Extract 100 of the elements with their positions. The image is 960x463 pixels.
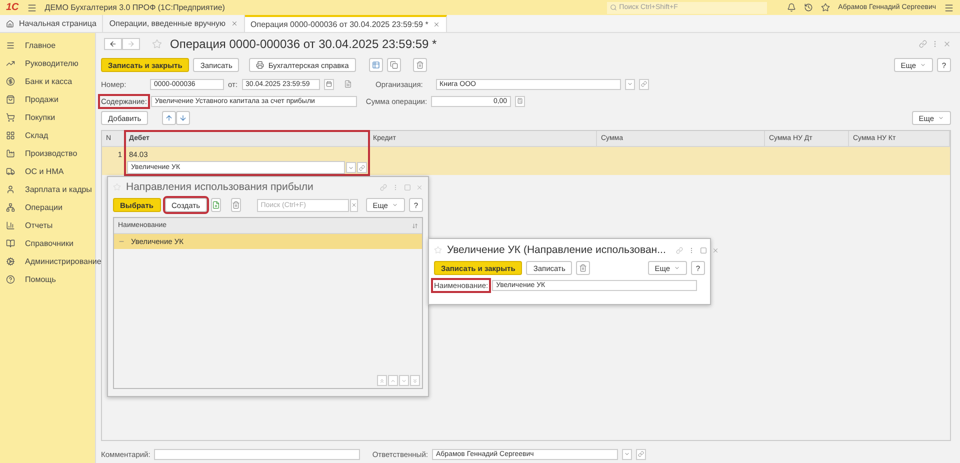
calculator-icon bbox=[517, 98, 524, 104]
forward-button[interactable] bbox=[122, 38, 140, 50]
trash-icon bbox=[232, 201, 240, 209]
open-button[interactable] bbox=[357, 162, 367, 173]
maximize-icon[interactable] bbox=[404, 184, 411, 190]
menu-icon[interactable] bbox=[26, 2, 37, 12]
dialog-title: Направления использования прибыли bbox=[126, 181, 314, 193]
open-button[interactable] bbox=[638, 78, 649, 90]
scroll-top-button[interactable] bbox=[377, 375, 387, 386]
bell-icon[interactable] bbox=[787, 3, 796, 12]
form-title: Операция 0000-000036 от 30.04.2025 23:59:59 * bbox=[170, 37, 437, 51]
back-button[interactable] bbox=[104, 38, 122, 50]
double-down-icon bbox=[412, 378, 418, 384]
document-icon[interactable] bbox=[344, 80, 352, 88]
clear-button[interactable] bbox=[350, 198, 358, 212]
sidebar-item[interactable]: Справочники bbox=[0, 234, 95, 252]
sidebar-label: Операции bbox=[25, 202, 62, 212]
sidebar-label: Покупки bbox=[25, 112, 56, 122]
delete-button[interactable] bbox=[412, 58, 427, 72]
network-icon bbox=[6, 202, 15, 212]
calendar-button[interactable] bbox=[324, 78, 334, 90]
sidebar-label: Справочники bbox=[25, 238, 74, 248]
link-icon[interactable] bbox=[676, 246, 683, 254]
open-button[interactable] bbox=[636, 448, 646, 460]
dropdown-button[interactable] bbox=[622, 448, 632, 460]
sidebar-item[interactable]: Банк и касса bbox=[0, 72, 95, 90]
help-icon bbox=[6, 274, 15, 284]
caret-icon bbox=[920, 62, 926, 68]
sidebar-item[interactable]: Отчеты bbox=[0, 216, 95, 234]
caret-icon bbox=[392, 202, 398, 208]
calendar-icon bbox=[326, 81, 332, 87]
sidebar-label: Банк и касса bbox=[25, 76, 72, 86]
dialog-title: Увеличение УК (Направление использован... bbox=[447, 244, 666, 256]
person-icon bbox=[6, 184, 15, 194]
link-icon[interactable] bbox=[919, 40, 927, 48]
close-icon[interactable] bbox=[416, 184, 423, 190]
printer-icon bbox=[256, 61, 264, 69]
sidebar-label: Склад bbox=[25, 130, 48, 140]
sidebar-item[interactable]: Помощь bbox=[0, 270, 95, 288]
sidebar-item[interactable]: Склад bbox=[0, 126, 95, 144]
scroll-bottom-button[interactable] bbox=[410, 375, 420, 386]
copy-icon bbox=[390, 61, 398, 69]
trend-icon bbox=[6, 58, 15, 68]
tab[interactable]: Операция 0000-000036 от 30.04.2025 23:59:59 * bbox=[244, 15, 448, 32]
copy-button[interactable] bbox=[211, 198, 222, 212]
sidebar-label: Отчеты bbox=[25, 220, 53, 230]
dropdown-button[interactable] bbox=[624, 78, 635, 90]
sidebar-label: ОС и НМА bbox=[25, 166, 64, 176]
sidebar-label: Администрирование bbox=[25, 256, 102, 266]
trash-icon bbox=[416, 61, 424, 69]
close-icon[interactable] bbox=[943, 40, 951, 48]
dropdown-button[interactable] bbox=[346, 162, 356, 173]
cart-icon bbox=[6, 112, 15, 122]
sidebar-item[interactable]: Главное bbox=[0, 36, 95, 54]
caret-icon bbox=[938, 115, 944, 121]
close-icon[interactable] bbox=[433, 21, 440, 28]
coin-icon bbox=[6, 76, 15, 86]
history-icon[interactable] bbox=[804, 3, 814, 12]
tab-label: Начальная страница bbox=[19, 19, 96, 28]
arrow-down-icon bbox=[179, 114, 188, 122]
caret-icon bbox=[674, 265, 680, 271]
delete-button[interactable] bbox=[576, 261, 590, 275]
move-up-button[interactable] bbox=[162, 111, 176, 125]
delete-button[interactable] bbox=[231, 198, 242, 212]
trash-icon bbox=[579, 264, 588, 272]
tab-label: Операции, введенные вручную bbox=[109, 19, 226, 28]
caret-icon bbox=[348, 164, 354, 170]
sidebar-item[interactable]: Зарплата и кадры bbox=[0, 180, 95, 198]
sidebar-label: Руководителю bbox=[25, 58, 78, 68]
truck-icon bbox=[6, 166, 15, 176]
postings-button[interactable] bbox=[368, 58, 383, 72]
up-icon bbox=[390, 378, 396, 384]
sidebar-item[interactable]: Продажи bbox=[0, 90, 95, 108]
settings-icon bbox=[6, 256, 15, 266]
scroll-up-button[interactable] bbox=[388, 375, 398, 386]
down-icon bbox=[401, 378, 407, 384]
caret-icon bbox=[626, 81, 633, 87]
star-icon[interactable] bbox=[821, 3, 830, 12]
menu-icon[interactable] bbox=[944, 2, 954, 12]
attach-button[interactable] bbox=[386, 58, 401, 72]
sort-icon bbox=[412, 222, 418, 228]
app-title: ДЕМО Бухгалтерия 3.0 ПРОФ (1С:Предприятие) bbox=[44, 3, 225, 12]
book-icon bbox=[6, 238, 15, 248]
calculator-button[interactable] bbox=[515, 96, 526, 106]
move-down-button[interactable] bbox=[176, 111, 190, 125]
close-icon[interactable] bbox=[230, 20, 238, 27]
maximize-icon[interactable] bbox=[700, 246, 707, 254]
link-icon bbox=[640, 81, 647, 87]
comment-field[interactable] bbox=[154, 448, 360, 460]
sidebar-item[interactable]: Производство bbox=[0, 144, 95, 162]
sidebar-item[interactable]: ОС и НМА bbox=[0, 162, 95, 180]
home-icon bbox=[6, 20, 14, 28]
file-plus-icon bbox=[212, 201, 220, 209]
sidebar-item[interactable]: Покупки bbox=[0, 108, 95, 126]
link-icon[interactable] bbox=[380, 184, 387, 190]
sidebar-item[interactable]: Руководителю bbox=[0, 54, 95, 72]
sidebar-item[interactable]: Операции bbox=[0, 198, 95, 216]
close-icon[interactable] bbox=[712, 246, 719, 254]
scroll-down-button[interactable] bbox=[399, 375, 409, 386]
close-icon bbox=[350, 202, 357, 208]
